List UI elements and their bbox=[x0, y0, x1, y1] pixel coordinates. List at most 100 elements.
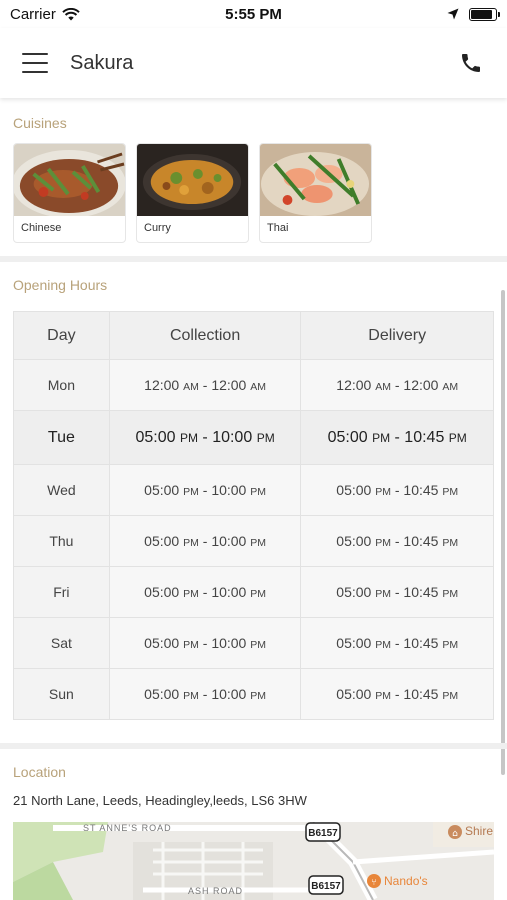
table-row: Mon 12:00 AM - 12:00 AM 12:00 AM - 12:00 A… bbox=[13, 359, 494, 411]
am-pm-label: PM bbox=[250, 588, 266, 600]
time-value: 05:00 bbox=[336, 686, 372, 702]
time-value: 10:45 bbox=[403, 686, 439, 702]
am-pm-label: PM bbox=[442, 690, 459, 702]
cuisine-list: Chinese Curry Thai bbox=[13, 143, 494, 243]
app-header: Sakura bbox=[0, 28, 507, 98]
time-value: 05:00 bbox=[144, 584, 180, 600]
svg-text:B6157: B6157 bbox=[308, 828, 338, 839]
opening-hours-title: Opening Hours bbox=[13, 277, 108, 293]
time-value: 10:45 bbox=[403, 584, 439, 600]
status-bar: Carrier 5:55 PM bbox=[0, 0, 507, 28]
time-value: 10:45 bbox=[404, 428, 445, 446]
time-separator: - bbox=[390, 686, 404, 702]
time-separator: - bbox=[390, 377, 404, 393]
collection-hours-cell: 05:00 PM - 10:00 PM bbox=[108, 410, 302, 465]
am-pm-label: PM bbox=[256, 430, 275, 445]
opening-hours-section: Opening Hours Day Collection Delivery Mo… bbox=[0, 262, 507, 720]
collection-hours-cell: 05:00 PM - 10:00 PM bbox=[108, 566, 302, 618]
time-value: 05:00 bbox=[144, 635, 180, 651]
day-cell: Mon bbox=[13, 359, 110, 411]
delivery-hours-cell: 05:00 PM - 10:45 PM bbox=[300, 668, 494, 720]
day-cell: Sun bbox=[13, 668, 110, 720]
table-row: Sat 05:00 PM - 10:00 PM 05:00 PM - 10:45 P… bbox=[13, 617, 494, 669]
scrollbar[interactable] bbox=[501, 290, 505, 775]
am-pm-label: PM bbox=[250, 690, 266, 702]
time-value: 12:00 bbox=[144, 377, 180, 393]
location-section: Location 21 North Lane, Leeds, Headingle… bbox=[0, 749, 507, 808]
phone-call-button[interactable] bbox=[457, 49, 485, 77]
am-pm-label: AM bbox=[183, 381, 199, 393]
am-pm-label: PM bbox=[375, 588, 391, 600]
am-pm-label: PM bbox=[375, 486, 391, 498]
time-value: 12:00 bbox=[336, 377, 372, 393]
table-row: Thu 05:00 PM - 10:00 PM 05:00 PM - 10:45 P… bbox=[13, 515, 494, 567]
delivery-hours-cell: 05:00 PM - 10:45 PM bbox=[300, 410, 494, 465]
am-pm-label: PM bbox=[375, 690, 391, 702]
curry-food-image bbox=[137, 144, 248, 216]
time-separator: - bbox=[198, 635, 212, 651]
menu-icon[interactable] bbox=[22, 53, 48, 73]
day-cell: Thu bbox=[13, 515, 110, 567]
table-row: Tue 05:00 PM - 10:00 PM 05:00 PM - 10:45 P… bbox=[13, 410, 494, 465]
am-pm-label: PM bbox=[442, 588, 459, 600]
delivery-hours-cell: 12:00 AM - 12:00 AM bbox=[300, 359, 494, 411]
time-value: 12:00 bbox=[403, 377, 439, 393]
time-value: 05:00 bbox=[336, 482, 372, 498]
collection-hours-cell: 05:00 PM - 10:00 PM bbox=[108, 515, 302, 567]
address-text: 21 North Lane, Leeds, Headingley,leeds, … bbox=[13, 793, 307, 808]
am-pm-label: PM bbox=[250, 537, 266, 549]
time-separator: - bbox=[198, 533, 212, 549]
am-pm-label: PM bbox=[183, 486, 199, 498]
am-pm-label: PM bbox=[183, 537, 199, 549]
phone-icon bbox=[462, 54, 480, 72]
time-value: 10:00 bbox=[211, 584, 247, 600]
time-value: 05:00 bbox=[144, 533, 180, 549]
wifi-icon bbox=[62, 7, 80, 20]
collection-hours-cell: 05:00 PM - 10:00 PM bbox=[108, 464, 302, 516]
time-value: 05:00 bbox=[327, 428, 368, 446]
time-separator: - bbox=[390, 635, 404, 651]
time-separator: - bbox=[390, 533, 404, 549]
collection-hours-cell: 12:00 AM - 12:00 AM bbox=[108, 359, 302, 411]
column-header-delivery: Delivery bbox=[300, 311, 494, 360]
cuisine-label: Thai bbox=[267, 222, 289, 234]
svg-text:Nando's: Nando's bbox=[384, 874, 428, 888]
time-separator: - bbox=[198, 377, 212, 393]
am-pm-label: PM bbox=[442, 537, 459, 549]
time-value: 10:45 bbox=[403, 533, 439, 549]
page-title: Sakura bbox=[70, 51, 134, 74]
am-pm-label: PM bbox=[442, 639, 459, 651]
table-row: Sun 05:00 PM - 10:00 PM 05:00 PM - 10:45 P… bbox=[13, 668, 494, 720]
time-separator: - bbox=[197, 428, 213, 446]
map-poi-school[interactable]: ⌂ Shire Prim bbox=[448, 824, 494, 839]
cuisine-card-chinese[interactable]: Chinese bbox=[13, 143, 126, 243]
am-pm-label: PM bbox=[448, 430, 467, 445]
am-pm-label: PM bbox=[183, 588, 199, 600]
location-map[interactable]: ST ANNE'S ROAD ASH ROAD B6157 B6157 ⑂ Na… bbox=[13, 822, 494, 900]
time-separator: - bbox=[198, 686, 212, 702]
am-pm-label: AM bbox=[375, 381, 391, 393]
status-right bbox=[447, 7, 500, 21]
chinese-food-image bbox=[14, 144, 125, 216]
am-pm-label: PM bbox=[179, 430, 198, 445]
day-cell: Fri bbox=[13, 566, 110, 618]
map-poi-restaurant[interactable]: ⑂ Nando's bbox=[367, 874, 428, 888]
table-row: Wed 05:00 PM - 10:00 PM 05:00 PM - 10:45 P… bbox=[13, 464, 494, 516]
day-cell: Wed bbox=[13, 464, 110, 516]
map-road-label: ST ANNE'S ROAD bbox=[83, 823, 172, 833]
am-pm-label: PM bbox=[250, 486, 266, 498]
day-cell: Sat bbox=[13, 617, 110, 669]
am-pm-label: PM bbox=[372, 430, 391, 445]
cuisines-section: Cuisines Chinese Curry Thai bbox=[0, 98, 507, 256]
route-badge: B6157 bbox=[308, 875, 344, 895]
cuisine-card-curry[interactable]: Curry bbox=[136, 143, 249, 243]
cuisine-label: Curry bbox=[144, 222, 171, 234]
battery-level bbox=[471, 9, 493, 19]
map-canvas: ST ANNE'S ROAD ASH ROAD B6157 B6157 ⑂ Na… bbox=[13, 822, 494, 900]
time-value: 05:00 bbox=[135, 428, 176, 446]
cuisine-card-thai[interactable]: Thai bbox=[259, 143, 372, 243]
am-pm-label: AM bbox=[442, 381, 459, 393]
delivery-hours-cell: 05:00 PM - 10:45 PM bbox=[300, 515, 494, 567]
time-separator: - bbox=[390, 584, 404, 600]
time-value: 10:00 bbox=[211, 686, 247, 702]
